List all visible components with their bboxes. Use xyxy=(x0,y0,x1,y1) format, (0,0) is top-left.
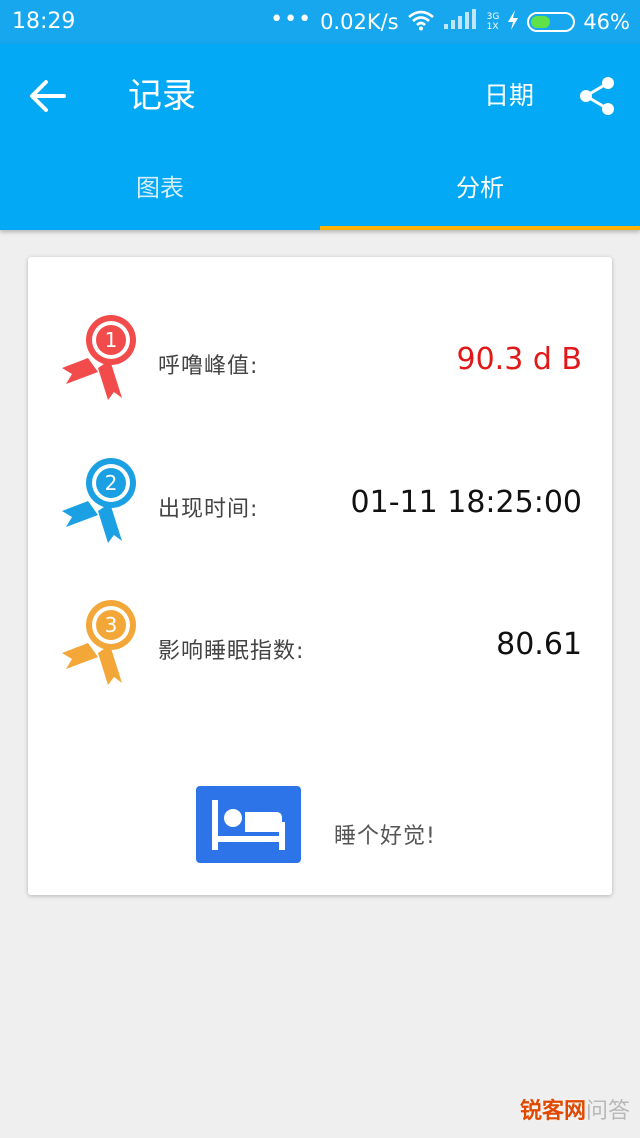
app-bar: 记录 日期 图表 分析 xyxy=(0,44,640,230)
wifi-icon xyxy=(407,9,435,36)
page-title: 记录 xyxy=(128,76,196,116)
notification-dots: ••• xyxy=(270,6,313,32)
network-type: 3G 1X xyxy=(487,12,500,32)
bed-icon xyxy=(212,800,285,850)
sleep-impact-value: 80.61 xyxy=(496,627,582,662)
snore-peak-row: 1 呼噜峰值: 90.3 d B xyxy=(28,312,612,412)
medal-rank-2: 2 xyxy=(105,471,118,495)
tab-analysis[interactable]: 分析 xyxy=(320,154,640,230)
status-indicators: ••• 0.02K/s 3G 1X 46% xyxy=(270,6,630,36)
tab-charts[interactable]: 图表 xyxy=(0,154,320,230)
lightning-icon xyxy=(507,9,519,36)
award-ribbon-icon: 1 xyxy=(62,315,136,400)
occurrence-time-row: 2 出现时间: 01-11 18:25:00 xyxy=(28,455,612,555)
share-button[interactable] xyxy=(576,74,620,118)
arrow-left-icon xyxy=(30,80,66,112)
snore-peak-value: 90.3 d B xyxy=(456,342,583,377)
network-speed: 0.02K/s xyxy=(320,10,399,34)
active-tab-indicator xyxy=(320,226,640,230)
network-type-top: 3G xyxy=(486,12,500,22)
medal-rank-1: 1 xyxy=(105,328,118,352)
signal-icon xyxy=(443,8,479,36)
occurrence-time-value: 01-11 18:25:00 xyxy=(350,485,582,520)
date-button[interactable]: 日期 xyxy=(484,78,534,114)
sleep-message: 睡个好觉! xyxy=(334,824,436,849)
status-bar: 18:29 ••• 0.02K/s 3G 1X 46% xyxy=(0,0,640,44)
watermark: 锐客网问答 xyxy=(520,1093,630,1125)
sleep-impact-label: 影响睡眠指数: xyxy=(158,639,305,664)
battery-fill xyxy=(531,16,550,28)
battery-icon xyxy=(527,12,576,32)
sleep-impact-row: 3 影响睡眠指数: 80.61 xyxy=(28,597,612,697)
sleep-button[interactable] xyxy=(196,786,301,863)
snore-peak-label: 呼噜峰值: xyxy=(158,354,259,379)
status-time: 18:29 xyxy=(12,9,76,34)
award-ribbon-icon: 2 xyxy=(62,458,136,543)
watermark-brand: 锐客网 xyxy=(520,1099,587,1124)
medal-rank-3: 3 xyxy=(105,613,118,637)
network-type-bottom: 1X xyxy=(486,22,499,32)
award-ribbon-icon: 3 xyxy=(62,600,136,685)
watermark-tail: 问答 xyxy=(586,1099,631,1124)
share-icon xyxy=(580,77,614,115)
back-button[interactable] xyxy=(24,74,76,118)
occurrence-time-label: 出现时间: xyxy=(158,497,259,522)
analysis-card: 1 呼噜峰值: 90.3 d B 2 出现时间: 01-11 18:25:00 … xyxy=(28,257,612,895)
battery-percent: 46% xyxy=(583,10,630,34)
